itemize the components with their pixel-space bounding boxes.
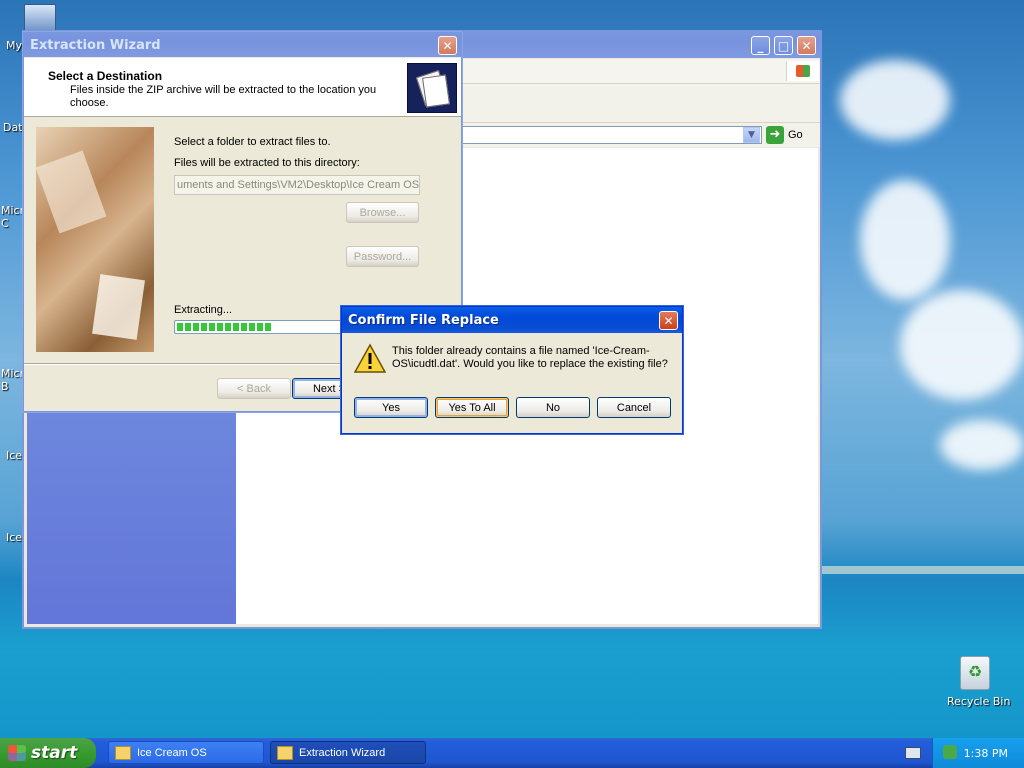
cancel-button[interactable]: Cancel (597, 397, 671, 418)
no-button[interactable]: No (516, 397, 590, 418)
directory-input[interactable]: uments and Settings\VM2\Desktop\Ice Crea… (174, 175, 420, 195)
clock[interactable]: 1:38 PM (964, 747, 1008, 760)
task-label: Extraction Wizard (299, 746, 386, 759)
wizard-side-image (35, 127, 154, 352)
my-computer-icon[interactable] (24, 4, 56, 32)
taskbar: start Ice Cream OS Extraction Wizard 1:3… (0, 738, 1024, 768)
go-button[interactable]: ➜ Go (766, 125, 803, 145)
browse-button[interactable]: Browse... (346, 202, 419, 223)
desktop-icon-label[interactable]: Micro C (1, 204, 31, 230)
wizard-header: Select a Destination Files inside the ZI… (24, 58, 461, 117)
yes-button[interactable]: Yes (354, 397, 428, 418)
confirm-close-button[interactable]: ✕ (659, 311, 678, 330)
system-tray: 1:38 PM (932, 738, 1024, 768)
wizard-titlebar[interactable]: Extraction Wizard (24, 33, 461, 57)
desktop-icon-label[interactable]: Ice (6, 449, 22, 462)
back-button[interactable]: < Back (217, 378, 291, 399)
go-arrow-icon: ➜ (766, 126, 784, 144)
progress-fill (177, 323, 273, 331)
cloud (900, 290, 1024, 400)
windows-logo-icon (786, 61, 819, 81)
cloud (840, 60, 950, 140)
extracting-label: Extracting... (174, 304, 233, 316)
warning-icon (353, 343, 387, 375)
network-icon[interactable] (943, 745, 957, 759)
zip-folder-icon (407, 63, 457, 113)
wizard-title: Extraction Wizard (30, 37, 161, 53)
task-ice-cream-os[interactable]: Ice Cream OS (108, 741, 264, 764)
wizard-heading: Select a Destination (48, 69, 163, 83)
desktop-icon-label[interactable]: My (6, 39, 22, 52)
close-button[interactable]: ✕ (797, 36, 816, 55)
cloud (940, 420, 1024, 470)
minimize-button[interactable]: _ (751, 36, 770, 55)
folder-icon (277, 745, 293, 760)
password-button[interactable]: Password... (346, 246, 419, 267)
desktop-icon-label[interactable]: Ice (6, 531, 22, 544)
windows-flag-icon (8, 745, 26, 761)
recycle-bin-label[interactable]: Recycle Bin (947, 695, 1010, 708)
wizard-subheading: Files inside the ZIP archive will be ext… (70, 84, 377, 109)
recycle-symbol-icon: ♻ (967, 662, 983, 681)
desktop-icon-label[interactable]: Micro B (1, 367, 31, 393)
start-label: start (31, 743, 78, 763)
address-dropdown-button[interactable]: ▼ (743, 127, 760, 143)
directory-label: Files will be extracted to this director… (174, 157, 360, 169)
go-label: Go (788, 129, 803, 141)
recycle-bin-icon[interactable]: ♻ (960, 656, 990, 690)
yes-to-all-button[interactable]: Yes To All (435, 397, 509, 418)
select-folder-label: Select a folder to extract files to. (174, 136, 331, 148)
desktop-icon-label[interactable]: Dat (3, 121, 23, 134)
horizon-line (822, 566, 1024, 574)
confirm-titlebar[interactable]: Confirm File Replace (342, 307, 682, 333)
maximize-button[interactable]: □ (774, 36, 793, 55)
cloud (860, 180, 950, 300)
address-input[interactable] (462, 126, 762, 144)
confirm-message: This folder already contains a file name… (392, 345, 668, 370)
confirm-replace-dialog: Confirm File Replace ✕ This folder alrea… (341, 306, 683, 434)
task-extraction-wizard[interactable]: Extraction Wizard (270, 741, 426, 764)
task-label: Ice Cream OS (137, 746, 207, 759)
start-button[interactable]: start (0, 738, 96, 768)
confirm-title: Confirm File Replace (348, 312, 499, 328)
wizard-close-button[interactable]: ✕ (438, 36, 457, 55)
zip-folder-icon (115, 745, 131, 760)
keyboard-icon[interactable] (905, 747, 921, 759)
